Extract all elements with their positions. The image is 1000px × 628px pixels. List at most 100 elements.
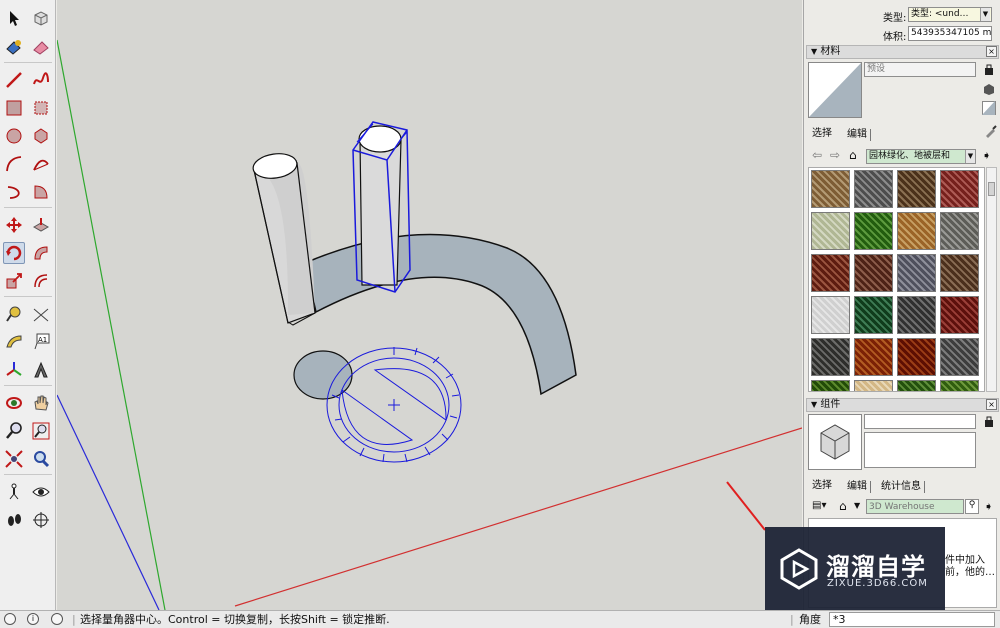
default-material-icon[interactable] (982, 101, 996, 115)
component-name-field[interactable] (864, 414, 976, 429)
eraser-icon[interactable] (30, 36, 52, 58)
protractor-icon[interactable] (3, 331, 25, 353)
axes-icon[interactable] (3, 359, 25, 381)
material-swatch[interactable] (940, 212, 979, 250)
material-swatch[interactable] (854, 338, 893, 376)
material-swatch[interactable] (811, 254, 850, 292)
previous-view-icon[interactable] (30, 448, 52, 470)
text-tool-icon[interactable]: A1 (30, 331, 52, 353)
materials-tab-edit[interactable]: 编辑 (844, 129, 871, 141)
material-swatch[interactable] (811, 380, 850, 391)
arc-icon[interactable] (3, 153, 25, 175)
search-icon[interactable]: ⚲ (965, 499, 979, 514)
make-component-icon[interactable] (30, 7, 52, 29)
rectangle-icon[interactable] (3, 97, 25, 119)
material-swatch[interactable] (811, 296, 850, 334)
pan-hand-icon[interactable] (30, 392, 52, 414)
chevron-down-icon[interactable]: ▼ (854, 501, 860, 510)
three-point-arc-icon[interactable] (3, 181, 25, 203)
tape-measure-icon[interactable] (3, 303, 25, 325)
view-options-icon[interactable]: ▤▾ (812, 500, 826, 511)
freehand-icon[interactable] (30, 69, 52, 91)
line-tool-icon[interactable] (3, 69, 25, 91)
two-point-arc-icon[interactable] (30, 153, 52, 175)
blue-axis (57, 394, 160, 610)
select-tool-icon[interactable] (3, 7, 25, 29)
rotate-icon[interactable] (3, 242, 25, 264)
scroll-thumb[interactable] (988, 182, 995, 196)
home-icon[interactable]: ⌂ (849, 148, 857, 162)
rotated-rectangle-icon[interactable] (30, 97, 52, 119)
disc-face[interactable] (293, 350, 353, 400)
dimension-icon[interactable] (30, 303, 52, 325)
close-icon[interactable]: × (986, 46, 997, 57)
material-swatch[interactable] (897, 380, 936, 391)
cylinder-left[interactable] (252, 151, 316, 326)
material-swatch[interactable] (811, 338, 850, 376)
polygon-icon[interactable] (30, 125, 52, 147)
materials-scrollbar[interactable] (986, 167, 997, 392)
material-swatch[interactable] (940, 380, 979, 391)
push-pull-icon[interactable] (30, 214, 52, 236)
eyedropper-icon[interactable] (984, 124, 998, 138)
zoom-window-icon[interactable] (30, 420, 52, 442)
measurements-input[interactable]: *3 (829, 612, 995, 627)
watermark-brand: 溜溜自学 (826, 553, 926, 581)
geo-location-icon[interactable] (4, 613, 16, 625)
scale-icon[interactable] (3, 270, 25, 292)
material-swatch[interactable] (854, 212, 893, 250)
material-swatch[interactable] (940, 296, 979, 334)
material-swatch[interactable] (940, 170, 979, 208)
position-camera-icon[interactable] (3, 481, 25, 503)
paint-bucket-icon[interactable] (3, 36, 25, 58)
type-dropdown[interactable]: 类型: <und… ▼ (908, 7, 992, 22)
back-arrow-icon[interactable]: ⇦ (812, 148, 822, 162)
orbit-icon[interactable] (3, 392, 25, 414)
lock-icon[interactable] (984, 415, 994, 427)
details-arrow-icon[interactable]: ➧ (984, 500, 993, 513)
material-swatch[interactable] (897, 170, 936, 208)
material-swatch[interactable] (811, 212, 850, 250)
material-swatch[interactable] (854, 170, 893, 208)
components-tab-stats[interactable]: 统计信息 (878, 481, 925, 493)
warehouse-search-input[interactable] (866, 499, 964, 514)
info-icon[interactable]: i (27, 613, 39, 625)
create-material-icon[interactable] (982, 82, 996, 96)
material-swatch[interactable] (854, 254, 893, 292)
details-arrow-icon[interactable]: ➧ (982, 149, 991, 162)
offset-icon[interactable] (30, 270, 52, 292)
circle-icon[interactable] (3, 125, 25, 147)
material-swatch[interactable] (897, 212, 936, 250)
material-swatch[interactable] (897, 338, 936, 376)
components-tray-header[interactable]: ▼ 组件 × (806, 398, 999, 412)
follow-me-icon[interactable] (30, 242, 52, 264)
forward-arrow-icon[interactable]: ⇨ (830, 148, 840, 162)
zoom-icon[interactable] (3, 420, 25, 442)
material-swatch[interactable] (940, 338, 979, 376)
model-viewport[interactable] (57, 0, 802, 610)
3d-text-icon[interactable] (30, 359, 52, 381)
component-description-field[interactable] (864, 432, 976, 468)
section-plane-icon[interactable] (30, 509, 52, 531)
home-icon[interactable]: ⌂ (839, 499, 847, 513)
materials-tab-select[interactable]: 选择 (812, 128, 832, 140)
material-name-field[interactable]: 预设 (864, 62, 976, 77)
collection-dropdown[interactable]: 园林绿化、地被层和 ▼ (866, 149, 976, 164)
walk-icon[interactable] (3, 509, 25, 531)
material-swatch[interactable] (897, 254, 936, 292)
material-swatch[interactable] (854, 296, 893, 334)
close-icon[interactable]: × (986, 399, 997, 410)
look-around-icon[interactable] (30, 481, 52, 503)
material-swatch[interactable] (897, 296, 936, 334)
pie-icon[interactable] (30, 181, 52, 203)
components-tab-select[interactable]: 选择 (812, 480, 832, 492)
move-icon[interactable] (3, 214, 25, 236)
components-tab-edit[interactable]: 编辑 (844, 481, 871, 493)
zoom-extents-icon[interactable] (3, 448, 25, 470)
lock-icon[interactable] (984, 63, 994, 75)
user-icon[interactable] (51, 613, 63, 625)
material-swatch[interactable] (940, 254, 979, 292)
material-swatch[interactable] (811, 170, 850, 208)
materials-tray-header[interactable]: ▼ 材料 × (806, 45, 999, 59)
material-swatch[interactable] (854, 380, 893, 391)
